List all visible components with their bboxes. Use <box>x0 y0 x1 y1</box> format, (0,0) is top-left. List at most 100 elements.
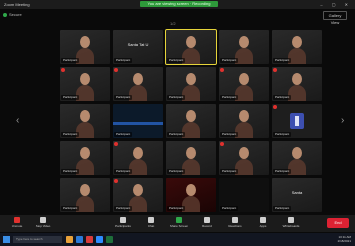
participant-tile[interactable]: Participant <box>166 67 216 101</box>
edge-browser-icon[interactable] <box>76 236 83 243</box>
reactions-label: Reactions <box>228 224 242 228</box>
window-buttons[interactable]: – ▢ ✕ <box>320 0 352 9</box>
participant-tile[interactable]: Participant <box>219 30 269 64</box>
participant-face <box>186 36 196 48</box>
participant-tile[interactable]: Participant <box>219 178 269 212</box>
participant-tile[interactable]: Participant <box>60 30 110 64</box>
participant-face <box>239 36 249 48</box>
zoom-app-icon[interactable] <box>96 236 103 243</box>
participant-face <box>292 73 302 85</box>
participant-tile[interactable]: Santa Participant <box>272 178 322 212</box>
unmute-button[interactable]: Unmute <box>4 217 30 231</box>
participant-name-label: Participant <box>220 206 239 211</box>
participant-face <box>80 36 90 48</box>
share-screen-icon <box>176 217 182 223</box>
chat-button[interactable]: Chat <box>138 217 164 231</box>
taskbar-search-input[interactable]: Type here to search <box>13 236 62 243</box>
participant-face <box>133 184 143 196</box>
participant-name-label: Participant <box>273 58 292 63</box>
share-screen-label: Share Screen <box>169 224 189 228</box>
reactions-button[interactable]: Reactions <box>222 217 248 231</box>
participant-tile[interactable]: Participant <box>272 141 322 175</box>
excel-icon[interactable] <box>106 236 113 243</box>
participant-face <box>133 147 143 159</box>
app-title: Zoom Meeting <box>4 2 30 7</box>
participant-face <box>186 184 196 196</box>
participant-name-label: Participant <box>167 206 186 211</box>
participant-face <box>133 73 143 85</box>
recording-banner[interactable]: You are viewing screen · Recording <box>140 1 218 7</box>
windows-start-icon[interactable] <box>3 236 10 243</box>
participant-name-label: Participant <box>273 95 292 100</box>
participant-tile[interactable]: Participant <box>60 178 110 212</box>
participants-icon <box>120 217 126 223</box>
apps-label: Apps <box>259 224 267 228</box>
muted-microphone-icon <box>273 105 277 109</box>
participant-tile[interactable]: Participant <box>272 104 322 138</box>
participant-name-label: Participant <box>220 58 239 63</box>
muted-microphone-icon <box>114 68 118 72</box>
participant-name-label: Participant <box>61 58 80 63</box>
muted-microphone-icon <box>114 179 118 183</box>
participant-tile[interactable]: Participant <box>219 141 269 175</box>
participant-tile[interactable]: Participant <box>60 104 110 138</box>
participant-tile[interactable]: Participant <box>272 30 322 64</box>
muted-microphone-icon <box>220 68 224 72</box>
security-indicator[interactable]: Secure <box>3 11 43 18</box>
windows-taskbar: Type here to search 10:11 AM 2/18/2021 <box>0 233 355 246</box>
participant-tile[interactable]: Participant <box>219 67 269 101</box>
security-label: Secure <box>9 12 22 17</box>
stop-video-button[interactable]: Stop Video <box>30 217 56 231</box>
view-button[interactable]: Gallery View <box>323 11 347 25</box>
apps-button[interactable]: Apps <box>250 217 276 231</box>
participant-name-label: Participant <box>114 95 133 100</box>
whiteboards-button[interactable]: Whiteboards <box>278 217 304 231</box>
participant-tile[interactable]: Participant <box>166 104 216 138</box>
participant-tile[interactable]: Participant <box>166 178 216 212</box>
participant-tile[interactable]: Participant <box>113 104 163 138</box>
profile-avatar <box>290 113 304 129</box>
record-button[interactable]: Record <box>194 217 220 231</box>
participant-face <box>80 184 90 196</box>
participants-label: Participants <box>115 224 131 228</box>
participant-name-label: Participant <box>61 206 80 211</box>
participant-face <box>186 73 196 85</box>
participant-tile[interactable]: Participant <box>113 178 163 212</box>
participant-gallery: Participant Santa Tat U Participant Partici… <box>60 29 322 212</box>
file-explorer-icon[interactable] <box>66 236 73 243</box>
participant-name-label: Participant <box>220 95 239 100</box>
participant-tile[interactable]: Santa Tat U Participant <box>113 30 163 64</box>
record-label: Record <box>202 224 212 228</box>
participant-name-label: Participant <box>61 95 80 100</box>
chrome-browser-icon[interactable] <box>86 236 93 243</box>
participant-tile[interactable]: Participant <box>166 141 216 175</box>
participant-tile[interactable]: Participant <box>165 29 217 65</box>
participant-tile[interactable]: Participant <box>60 141 110 175</box>
participant-display-name: Santa <box>291 190 303 195</box>
video-camera-icon <box>40 217 46 223</box>
participant-tile[interactable]: Participant <box>272 67 322 101</box>
participant-name-label: Participant <box>273 206 292 211</box>
participant-tile[interactable]: Participant <box>113 141 163 175</box>
previous-page-arrow-icon[interactable]: ‹ <box>16 115 22 127</box>
participant-face <box>239 147 249 159</box>
reactions-icon <box>232 217 238 223</box>
participant-tile[interactable]: Participant <box>60 67 110 101</box>
shield-icon <box>3 13 7 17</box>
system-tray-clock[interactable]: 10:11 AM 2/18/2021 <box>338 235 351 243</box>
end-meeting-button[interactable]: End <box>327 218 349 228</box>
muted-microphone-icon <box>273 68 277 72</box>
muted-microphone-icon <box>220 142 224 146</box>
participant-face <box>239 73 249 85</box>
share-screen-button[interactable]: Share Screen <box>166 217 192 231</box>
chat-icon <box>148 217 154 223</box>
participant-tile[interactable]: Participant <box>219 104 269 138</box>
participant-name-label: Participant <box>61 132 80 137</box>
participant-name-label: Participant <box>114 206 133 211</box>
participant-face <box>292 147 302 159</box>
participant-name-label: Participant <box>273 169 292 174</box>
next-page-arrow-icon[interactable]: › <box>341 115 347 127</box>
participant-face <box>186 147 196 159</box>
participants-button[interactable]: Participants <box>110 217 136 231</box>
participant-tile[interactable]: Participant <box>113 67 163 101</box>
